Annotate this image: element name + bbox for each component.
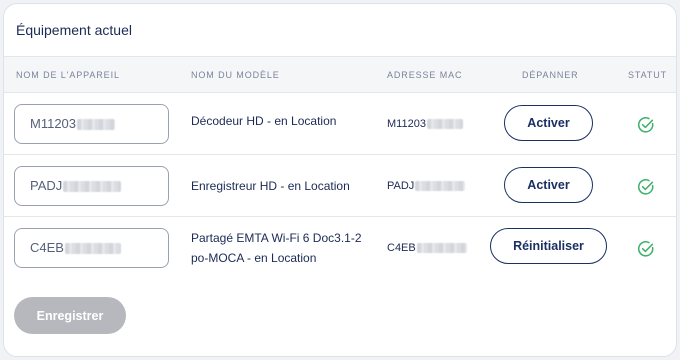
model-name-line: Enregistreur HD - en Location [191,179,350,193]
current-equipment-card: Équipement actuel NOM DE L'APPAREIL NOM … [3,3,677,357]
activate-button[interactable]: Activer [504,105,593,141]
mac-address: C4EB [387,242,467,254]
save-button[interactable]: Enregistrer [14,297,126,334]
header-device-name: NOM DE L'APPAREIL [16,70,120,80]
table-header: NOM DE L'APPAREIL NOM DU MODÈLE ADRESSE … [4,56,676,93]
header-mac-address: ADRESSE MAC [387,70,463,80]
model-name: Décodeur HD - en Location [191,111,336,131]
mac-address-value: C4EB [387,242,416,254]
device-name-field[interactable]: M11203 [14,104,169,144]
check-circle-icon [637,179,654,195]
check-circle-icon [637,241,654,257]
device-name-value: C4EB [30,240,64,255]
header-model-name: NOM DU MODÈLE [191,70,280,80]
device-name-value: M11203 [30,116,77,131]
activate-button[interactable]: Activer [504,167,593,203]
redacted-text [416,243,467,254]
mac-address-value: M11203 [387,118,426,130]
device-name-field[interactable]: PADJ [14,166,169,206]
redacted-text [63,181,122,193]
redacted-text [64,243,121,255]
mac-address-value: PADJ [387,180,415,192]
check-circle-icon [637,117,654,133]
model-name-line: po-MOCA - en Location [191,251,317,265]
redacted-text [415,181,466,192]
redacted-text [77,119,116,131]
redacted-text [426,119,463,130]
mac-address: PADJ [387,180,466,192]
mac-address: M11203 [387,118,463,130]
table-row: PADJ Enregistreur HD - en Location PADJ … [4,155,676,217]
reset-button[interactable]: Réinitialiser [490,228,607,264]
model-name: Enregistreur HD - en Location [191,176,350,196]
device-name-value: PADJ [30,178,63,193]
header-troubleshoot: DÉPANNER [522,70,579,80]
header-status: STATUT [628,70,668,80]
model-name: Partagé EMTA Wi-Fi 6 Doc3.1-2 po-MOCA - … [191,228,362,268]
model-name-line: Partagé EMTA Wi-Fi 6 Doc3.1-2 [191,231,362,245]
device-name-field[interactable]: C4EB [14,228,169,268]
table-row: M11203 Décodeur HD - en Location M11203 … [4,93,676,155]
model-name-line: Décodeur HD - en Location [191,114,337,128]
table-row: C4EB Partagé EMTA Wi-Fi 6 Doc3.1-2 po-MO… [4,217,676,279]
section-title: Équipement actuel [16,22,132,38]
